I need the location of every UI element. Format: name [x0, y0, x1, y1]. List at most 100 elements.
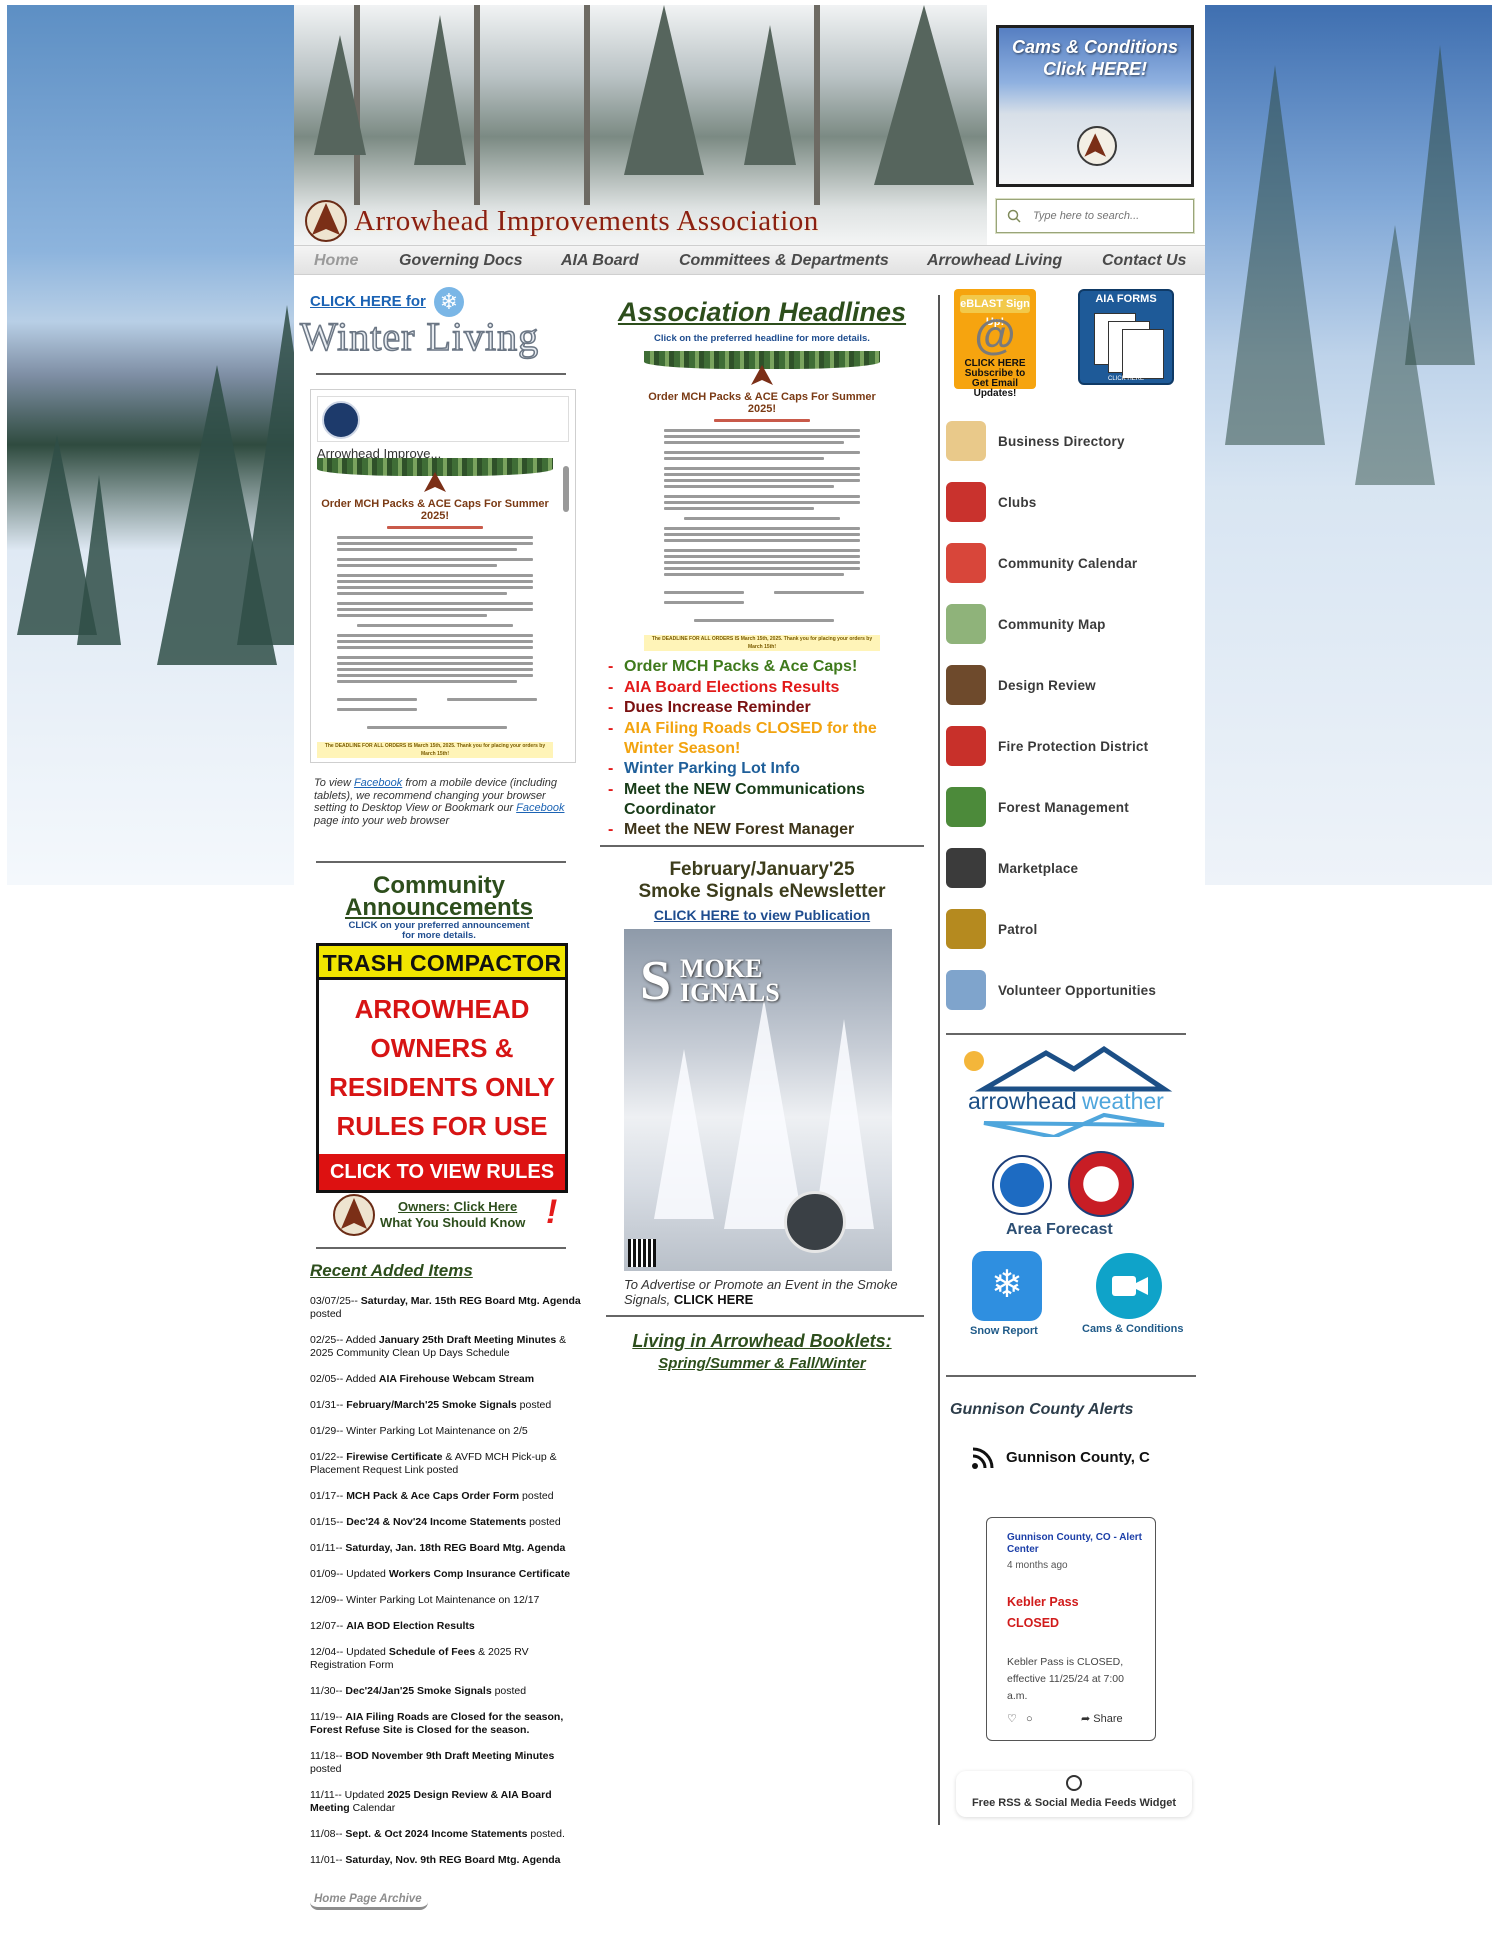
widget-logo-icon: [1066, 1775, 1082, 1791]
aia-forms-button[interactable]: AIA FORMS CLICK HERE: [1078, 289, 1174, 385]
smoke-signals-logo-text: MOKE IGNALS: [680, 954, 780, 1007]
recent-item[interactable]: 01/09-- Updated Workers Comp Insurance C…: [310, 1568, 582, 1581]
recent-item[interactable]: 02/25-- Added January 25th Draft Meeting…: [310, 1334, 582, 1360]
directory-item[interactable]: Clubs: [946, 482, 1201, 526]
winter-living-link[interactable]: CLICK HERE for: [310, 293, 426, 310]
smoke-signals-cover[interactable]: S MOKE IGNALS: [624, 929, 892, 1271]
recent-item[interactable]: 01/29-- Winter Parking Lot Maintenance o…: [310, 1425, 582, 1438]
nav-home[interactable]: Home: [314, 252, 358, 270]
camera-icon[interactable]: [1096, 1253, 1162, 1319]
directory-item[interactable]: Volunteer Opportunities: [946, 970, 1201, 1014]
facebook-link-2[interactable]: Facebook: [516, 802, 564, 814]
directory-label[interactable]: Forest Management: [998, 800, 1129, 815]
booklets-heading[interactable]: Living in Arrowhead Booklets:: [600, 1331, 924, 1352]
search-input[interactable]: [1033, 206, 1183, 226]
winter-living-heading[interactable]: Winter Living: [299, 313, 539, 360]
recent-item[interactable]: 02/05-- Added AIA Firehouse Webcam Strea…: [310, 1373, 582, 1386]
cams-conditions-banner[interactable]: Cams & Conditions Click HERE!: [996, 25, 1194, 187]
recent-item[interactable]: 12/07-- AIA BOD Election Results: [310, 1620, 582, 1633]
snow-report-icon[interactable]: ❄: [972, 1251, 1042, 1321]
recent-item[interactable]: 11/08-- Sept. & Oct 2024 Income Statemen…: [310, 1828, 582, 1841]
rss-feed-name[interactable]: Gunnison County, C: [1006, 1449, 1150, 1466]
alert-headline[interactable]: Kebler Pass CLOSED: [1007, 1592, 1079, 1634]
alert-source[interactable]: Gunnison County, CO - Alert Center: [1007, 1532, 1147, 1556]
directory-label[interactable]: Volunteer Opportunities: [998, 983, 1156, 998]
directory-item[interactable]: Community Map: [946, 604, 1201, 648]
directory-label[interactable]: Design Review: [998, 678, 1096, 693]
search-box[interactable]: [996, 199, 1194, 233]
like-icon[interactable]: ♡: [1007, 1713, 1017, 1725]
noaa-logo-icon[interactable]: [992, 1155, 1052, 1215]
facebook-post-flyer[interactable]: Order MCH Packs & ACE Caps For Summer 20…: [317, 458, 553, 758]
directory-label[interactable]: Marketplace: [998, 861, 1078, 876]
calendar-icon: [946, 543, 986, 583]
headline-item[interactable]: - AIA Filing Roads CLOSED for the Winter …: [606, 719, 924, 759]
advertise-click-here[interactable]: CLICK HERE: [674, 1292, 753, 1307]
home-page-archive-button[interactable]: Home Page Archive: [310, 1893, 428, 1910]
recent-item[interactable]: 01/22-- Firewise Certificate & AVFD MCH …: [310, 1451, 582, 1477]
booklets-subtitle[interactable]: Spring/Summer & Fall/Winter: [600, 1355, 924, 1372]
site-title[interactable]: Arrowhead Improvements Association: [354, 205, 819, 238]
headline-item[interactable]: - Meet the NEW Communications Coordinator: [606, 780, 924, 820]
headline-item[interactable]: - Meet the NEW Forest Manager: [606, 820, 924, 840]
nav-committees[interactable]: Committees & Departments: [679, 252, 889, 270]
directory-item[interactable]: Community Calendar: [946, 543, 1201, 587]
facebook-page-header[interactable]: [317, 396, 569, 442]
owners-subtitle: What You Should Know: [380, 1215, 526, 1230]
trash-compactor-announcement[interactable]: TRASH COMPACTOR ARROWHEAD OWNERS & RESID…: [316, 943, 568, 1193]
recent-item[interactable]: 11/01-- Saturday, Nov. 9th REG Board Mtg…: [310, 1854, 582, 1867]
background-scenery-left: [7, 5, 294, 885]
headline-item[interactable]: - Dues Increase Reminder: [606, 698, 924, 718]
directory-label[interactable]: Patrol: [998, 922, 1037, 937]
recent-item[interactable]: 01/15-- Dec'24 & Nov'24 Income Statement…: [310, 1516, 582, 1529]
recent-item[interactable]: 11/19-- AIA Filing Roads are Closed for …: [310, 1711, 582, 1737]
headline-flyer-image[interactable]: Order MCH Packs & ACE Caps For Summer 20…: [644, 351, 880, 651]
cams-conditions-label[interactable]: Cams & Conditions: [1082, 1323, 1183, 1335]
recent-item[interactable]: 11/18-- BOD November 9th Draft Meeting M…: [310, 1750, 582, 1776]
rss-widget-footer[interactable]: Free RSS & Social Media Feeds Widget: [956, 1771, 1192, 1817]
directory-item[interactable]: Marketplace: [946, 848, 1201, 892]
directory-item[interactable]: Fire Protection District: [946, 726, 1201, 770]
recent-item[interactable]: 12/09-- Winter Parking Lot Maintenance o…: [310, 1594, 582, 1607]
directory-item[interactable]: Design Review: [946, 665, 1201, 709]
owners-click-here-link[interactable]: Owners: Click Here: [398, 1199, 517, 1214]
alert-card[interactable]: Gunnison County, CO - Alert Center 4 mon…: [986, 1517, 1156, 1741]
comment-icon[interactable]: ○: [1026, 1713, 1033, 1725]
recent-item[interactable]: 11/30-- Dec'24/Jan'25 Smoke Signals post…: [310, 1685, 582, 1698]
recent-item[interactable]: 01/31-- February/March'25 Smoke Signals …: [310, 1399, 582, 1412]
directory-item[interactable]: Forest Management: [946, 787, 1201, 831]
header-banner[interactable]: Arrowhead Improvements Association: [294, 5, 987, 245]
facebook-feed-embed[interactable]: Arrowhead Improve... Order MCH Packs & A…: [310, 389, 576, 763]
aia-forms-click: CLICK HERE: [1107, 376, 1144, 382]
nav-arrowhead-living[interactable]: Arrowhead Living: [927, 252, 1062, 270]
directory-label[interactable]: Clubs: [998, 495, 1037, 510]
facebook-link[interactable]: Facebook: [354, 777, 402, 789]
directory-label[interactable]: Community Calendar: [998, 556, 1137, 571]
view-rules-button[interactable]: CLICK TO VIEW RULES: [319, 1154, 565, 1190]
directory-label[interactable]: Business Directory: [998, 434, 1125, 449]
arrowhead-weather-logo[interactable]: arrowhead weather: [954, 1045, 1200, 1137]
nav-governing-docs[interactable]: Governing Docs: [399, 252, 523, 270]
directory-item[interactable]: Patrol: [946, 909, 1201, 953]
recent-item[interactable]: 03/07/25-- Saturday, Mar. 15th REG Board…: [310, 1295, 582, 1321]
nav-contact-us[interactable]: Contact Us: [1102, 252, 1186, 270]
directory-item[interactable]: Business Directory: [946, 421, 1201, 465]
feed-scrollbar[interactable]: [561, 456, 571, 756]
eblast-signup-button[interactable]: eBLAST Sign Up! @ CLICK HERE Subscribe t…: [954, 289, 1036, 399]
directory-label[interactable]: Community Map: [998, 617, 1106, 632]
national-weather-service-logo-icon[interactable]: [1068, 1151, 1134, 1217]
recent-item[interactable]: 12/04-- Updated Schedule of Fees & 2025 …: [310, 1646, 582, 1672]
recent-item[interactable]: 11/11-- Updated 2025 Design Review & AIA…: [310, 1789, 582, 1815]
area-forecast-link[interactable]: Area Forecast: [1006, 1221, 1113, 1239]
recent-item[interactable]: 01/11-- Saturday, Jan. 18th REG Board Mt…: [310, 1542, 582, 1555]
view-publication-link[interactable]: CLICK HERE to view Publication: [600, 907, 924, 923]
headline-item[interactable]: - AIA Board Elections Results: [606, 678, 924, 698]
directory-label[interactable]: Fire Protection District: [998, 739, 1148, 754]
rss-feed-header[interactable]: Gunnison County, C: [970, 1445, 1200, 1475]
headline-item[interactable]: - Winter Parking Lot Info: [606, 759, 924, 779]
recent-item[interactable]: 01/17-- MCH Pack & Ace Caps Order Form p…: [310, 1490, 582, 1503]
headline-item[interactable]: - Order MCH Packs & Ace Caps!: [606, 657, 924, 677]
share-button[interactable]: ➦ Share: [1081, 1712, 1123, 1725]
nav-aia-board[interactable]: AIA Board: [561, 252, 639, 270]
snow-report-label[interactable]: Snow Report: [970, 1325, 1038, 1337]
